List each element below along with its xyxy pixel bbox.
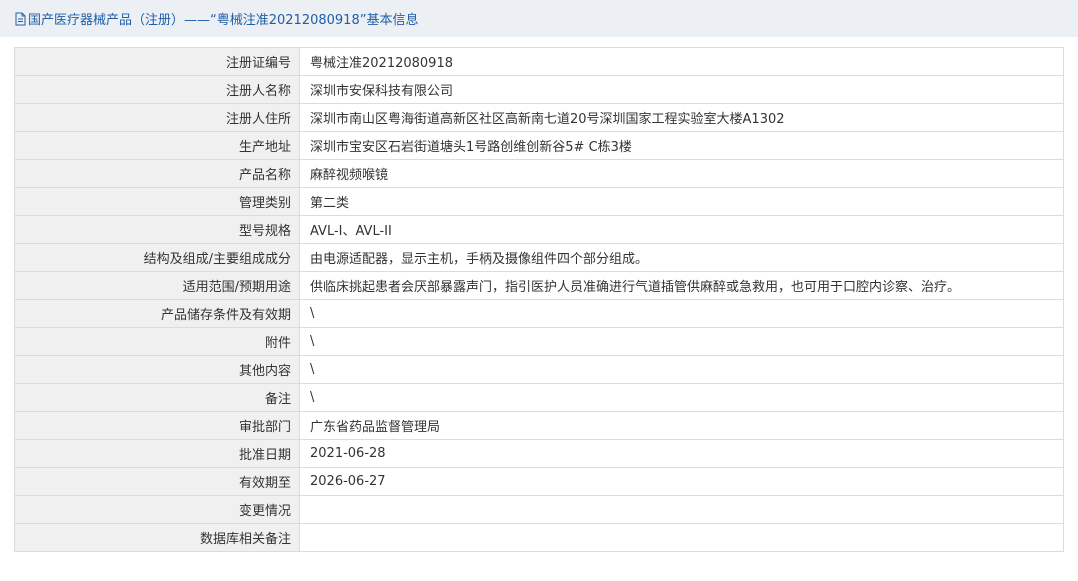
field-label: 注册人住所 [14,103,300,132]
field-label: 有效期至 [14,467,300,496]
page-title: 国产医疗器械产品（注册）——“粤械注准20212080918”基本信息 [28,13,419,28]
table-row: 审批部门 广东省药品监督管理局 [14,411,1064,440]
table-row: 注册人住所 深圳市南山区粤海街道高新区社区高新南七道20号深圳国家工程实验室大楼A… [14,103,1064,132]
table-row: 附件 \ [14,327,1064,356]
field-value: 第二类 [299,187,1064,216]
field-value [299,523,1064,552]
field-label: 型号规格 [14,215,300,244]
field-label: 审批部门 [14,411,300,440]
field-label: 管理类别 [14,187,300,216]
table-row: 管理类别 第二类 [14,187,1064,216]
field-value: AVL-I、AVL-II [299,215,1064,244]
field-label: 其他内容 [14,355,300,384]
field-label: 备注 [14,383,300,412]
field-value: \ [299,327,1064,356]
table-row: 产品名称 麻醉视频喉镜 [14,159,1064,188]
field-value: 深圳市宝安区石岩街道塘头1号路创维创新谷5# C栋3楼 [299,131,1064,160]
table-row: 产品储存条件及有效期 \ [14,299,1064,328]
field-label: 批准日期 [14,439,300,468]
table-row: 数据库相关备注 [14,523,1064,552]
table-row: 注册人名称 深圳市安保科技有限公司 [14,75,1064,104]
field-label: 注册人名称 [14,75,300,104]
table-row: 适用范围/预期用途 供临床挑起患者会厌部暴露声门，指引医护人员准确进行气道插管供麻… [14,271,1064,300]
table-row: 结构及组成/主要组成成分 由电源适配器，显示主机，手柄及摄像组件四个部分组成。 [14,243,1064,272]
field-value: \ [299,383,1064,412]
document-icon [14,12,27,26]
field-label: 产品名称 [14,159,300,188]
field-value: 广东省药品监督管理局 [299,411,1064,440]
field-value: \ [299,299,1064,328]
field-label: 数据库相关备注 [14,523,300,552]
field-value: 深圳市南山区粤海街道高新区社区高新南七道20号深圳国家工程实验室大楼A1302 [299,103,1064,132]
field-label: 生产地址 [14,131,300,160]
field-value: 供临床挑起患者会厌部暴露声门，指引医护人员准确进行气道插管供麻醉或急救用，也可用… [299,271,1064,300]
field-label: 附件 [14,327,300,356]
info-table-container: 注册证编号 粤械注准20212080918 注册人名称 深圳市安保科技有限公司 注册人住… [14,47,1064,552]
table-row: 注册证编号 粤械注准20212080918 [14,47,1064,76]
page-header: 国产医疗器械产品（注册）——“粤械注准20212080918”基本信息 [0,0,1078,37]
field-value: 深圳市安保科技有限公司 [299,75,1064,104]
table-row: 型号规格 AVL-I、AVL-II [14,215,1064,244]
field-value: 2026-06-27 [299,467,1064,496]
field-label: 结构及组成/主要组成成分 [14,243,300,272]
field-label: 变更情况 [14,495,300,524]
field-label: 适用范围/预期用途 [14,271,300,300]
table-row: 其他内容 \ [14,355,1064,384]
field-label: 注册证编号 [14,47,300,76]
table-row: 有效期至 2026-06-27 [14,467,1064,496]
field-value: 粤械注准20212080918 [299,47,1064,76]
field-value [299,495,1064,524]
table-row: 备注 \ [14,383,1064,412]
field-value: \ [299,355,1064,384]
field-value: 麻醉视频喉镜 [299,159,1064,188]
info-table: 注册证编号 粤械注准20212080918 注册人名称 深圳市安保科技有限公司 注册人住… [14,47,1064,552]
table-row: 变更情况 [14,495,1064,524]
field-value: 由电源适配器，显示主机，手柄及摄像组件四个部分组成。 [299,243,1064,272]
field-value: 2021-06-28 [299,439,1064,468]
field-label: 产品储存条件及有效期 [14,299,300,328]
table-row: 生产地址 深圳市宝安区石岩街道塘头1号路创维创新谷5# C栋3楼 [14,131,1064,160]
table-row: 批准日期 2021-06-28 [14,439,1064,468]
